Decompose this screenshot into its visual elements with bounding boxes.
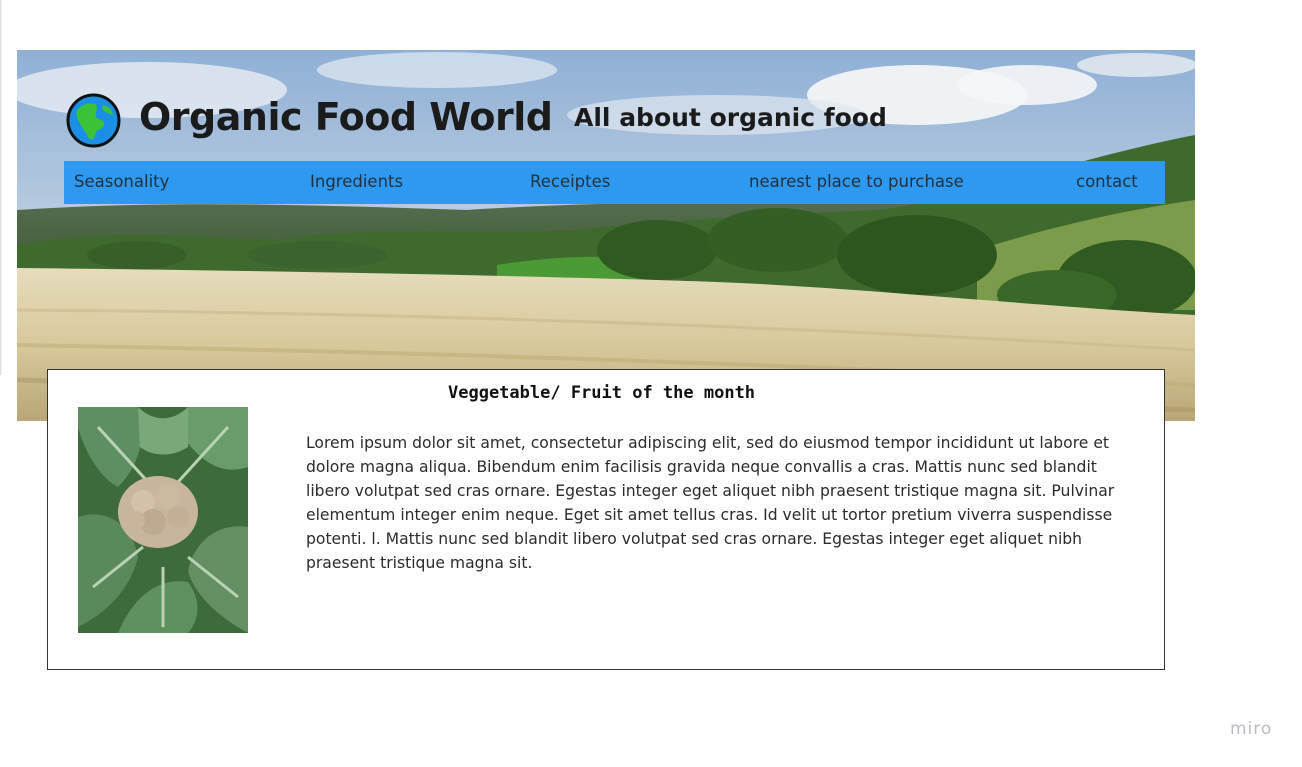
section-heading: Veggetable/ Fruit of the month (448, 383, 756, 403)
globe-americas-icon (66, 93, 121, 148)
nav-item-ingredients[interactable]: Ingredients (310, 172, 403, 191)
nav-item-nearest-place[interactable]: nearest place to purchase (749, 172, 964, 191)
feature-description: Lorem ipsum dolor sit amet, consectetur … (306, 433, 1115, 572)
canvas-edge-shadow (0, 0, 2, 375)
cauliflower-photo (78, 407, 248, 633)
nav-item-contact[interactable]: contact (1076, 172, 1138, 191)
nav-item-seasonality[interactable]: Seasonality (74, 172, 169, 191)
miro-watermark: miro (1230, 719, 1273, 739)
site-title: Organic Food World (139, 95, 553, 139)
main-navigation: Seasonality Ingredients Receiptes neares… (64, 161, 1165, 204)
site-tagline: All about organic food (574, 103, 887, 132)
nav-item-recipes[interactable]: Receiptes (530, 172, 610, 191)
